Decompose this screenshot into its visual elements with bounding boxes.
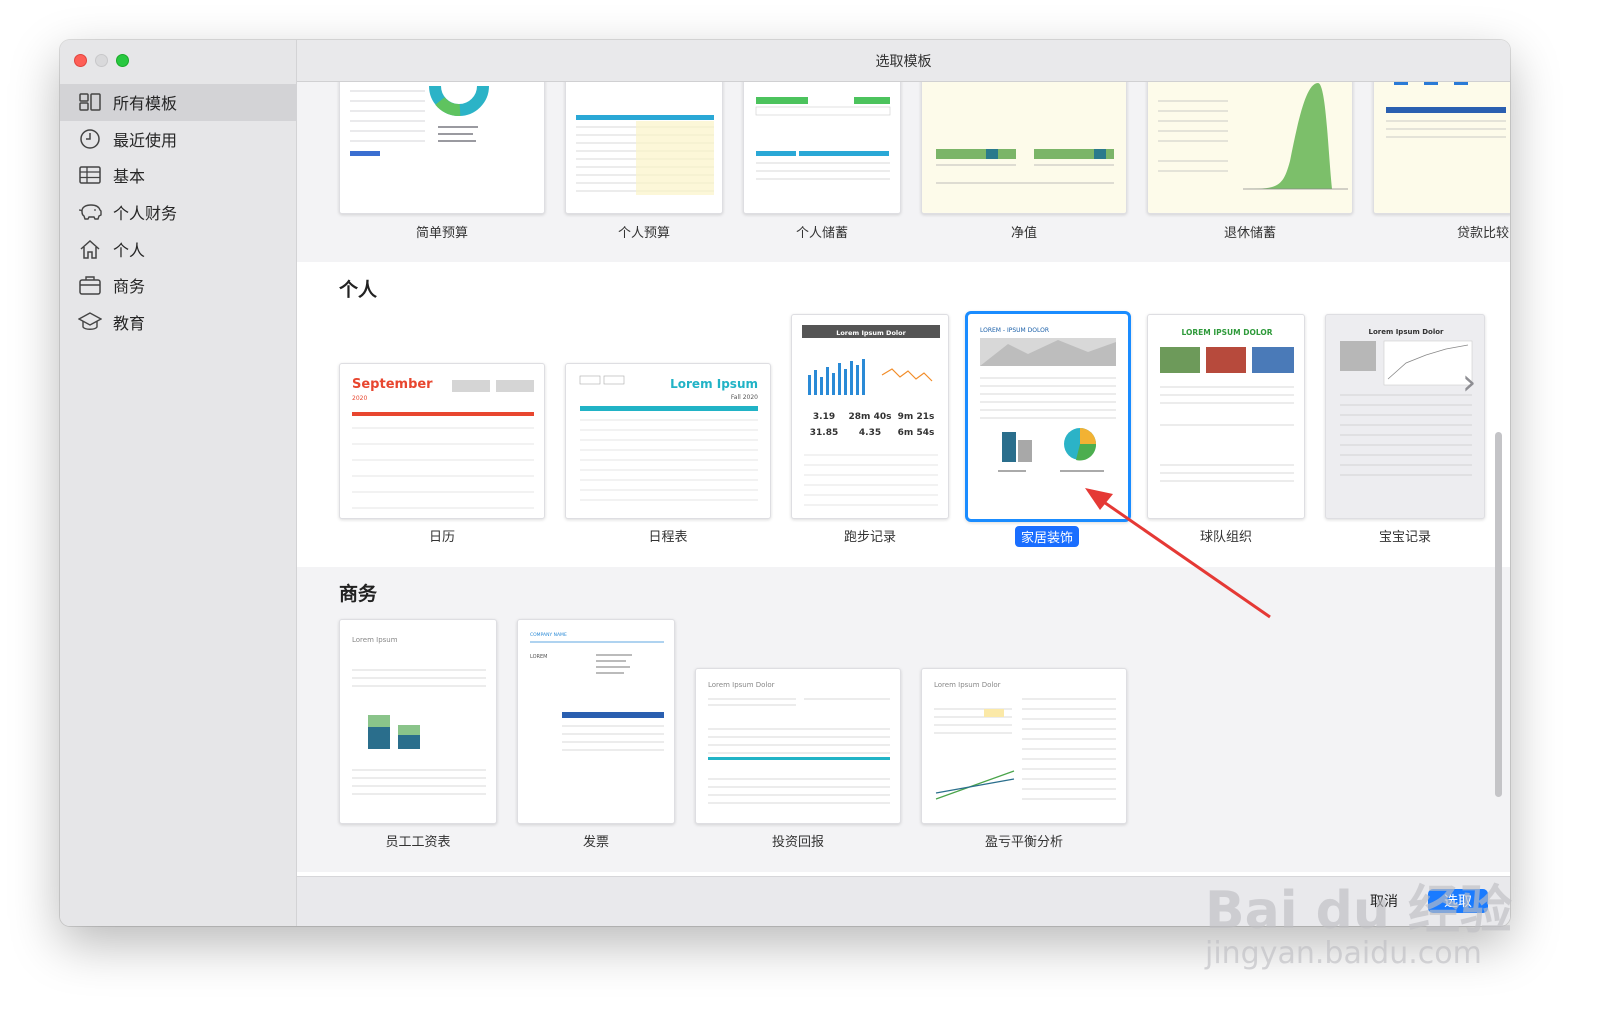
template-label: 贷款比较 <box>1456 226 1509 241</box>
template-thumb-baby-log[interactable]: Lorem Ipsum Dolor <box>1325 314 1485 519</box>
template-thumb-retirement-savings[interactable] <box>1147 82 1353 214</box>
template-thumb-payroll[interactable]: Lorem Ipsum <box>339 619 497 824</box>
template-thumb-calendar[interactable]: September 2020 <box>339 363 545 519</box>
sidebar-item-label: 最近使用 <box>113 130 178 150</box>
table-icon <box>78 163 102 187</box>
run-stat: 9m 21s <box>898 412 935 422</box>
sidebar-category-list: 所有模板 最近使用 基本 个人财务 个人 商务 教育 <box>60 84 297 340</box>
template-thumb-home-improvement[interactable]: LOREM - IPSUM DOLOR <box>965 311 1131 522</box>
template-label: 日程表 <box>648 530 688 545</box>
section-title-business: 商务 <box>339 583 378 605</box>
home-title-text: LOREM - IPSUM DOLOR <box>980 327 1049 334</box>
sidebar-item-label: 基本 <box>113 167 146 187</box>
template-label: 净值 <box>1010 226 1037 241</box>
template-thumb-investment-return[interactable]: Lorem Ipsum Dolor <box>695 668 901 824</box>
run-stat: 31.85 <box>810 428 838 438</box>
grid-icon <box>78 90 102 114</box>
graduation-cap-icon <box>78 310 102 334</box>
template-label: 员工工资表 <box>385 835 451 850</box>
template-thumb-loan-comparison[interactable] <box>1373 82 1510 214</box>
template-thumb-running-log[interactable]: Lorem Ipsum Dolor 3.19 28m 40s 9m 21s 31… <box>791 314 949 519</box>
minimize-button[interactable] <box>95 54 108 67</box>
schedule-subtitle-text: Fall 2020 <box>731 394 758 401</box>
sidebar-item-personal-finance[interactable]: 个人财务 <box>60 194 297 231</box>
close-button[interactable] <box>74 54 87 67</box>
titlebar: 选取模板 <box>297 40 1510 82</box>
baidu-watermark-url: jingyan.baidu.com <box>1205 936 1482 971</box>
calendar-year-text: 2020 <box>352 395 367 402</box>
template-thumb-simple-budget[interactable] <box>339 82 545 214</box>
run-stat: 3.19 <box>813 412 835 422</box>
vertical-scrollbar[interactable] <box>1495 432 1502 797</box>
template-label: 宝宝记录 <box>1378 530 1431 545</box>
template-chooser-window: 所有模板 最近使用 基本 个人财务 个人 商务 教育 选取模板 简单预算 个人预… <box>60 40 1510 926</box>
sidebar-item-education[interactable]: 教育 <box>60 304 297 341</box>
template-label: 球队组织 <box>1199 530 1252 545</box>
template-thumb-schedule[interactable]: Lorem Ipsum Fall 2020 <box>565 363 771 519</box>
schedule-title-text: Lorem Ipsum <box>670 377 758 391</box>
sidebar-item-label: 教育 <box>113 313 146 333</box>
section-title-personal: 个人 <box>339 279 378 301</box>
zoom-button[interactable] <box>116 54 129 67</box>
sidebar-item-all-templates[interactable]: 所有模板 <box>60 84 297 121</box>
sidebar-item-label: 个人财务 <box>113 204 178 224</box>
template-scroll-area[interactable]: 简单预算 个人预算 个人储蓄 净值 退休储蓄 贷款比较 个人 September… <box>297 82 1510 926</box>
template-thumb-personal-budget[interactable] <box>565 82 723 214</box>
invoice-company-text: COMPANY NAME <box>530 632 567 638</box>
team-title-text: LOREM IPSUM DOLOR <box>1182 328 1273 337</box>
baby-title-text: Lorem Ipsum Dolor <box>1369 328 1445 336</box>
sidebar-item-label: 个人 <box>113 240 146 260</box>
template-label: 个人储蓄 <box>795 226 848 241</box>
sidebar-item-business[interactable]: 商务 <box>60 267 297 304</box>
briefcase-icon <box>78 273 102 297</box>
template-thumb-net-worth[interactable] <box>921 82 1127 214</box>
house-icon <box>78 237 102 261</box>
template-thumb-invoice[interactable]: COMPANY NAME LOREM <box>517 619 675 824</box>
breakeven-title-text: Lorem Ipsum Dolor <box>934 681 1001 689</box>
template-thumb-break-even[interactable]: Lorem Ipsum Dolor <box>921 668 1127 824</box>
run-stat: 28m 40s <box>849 412 892 422</box>
template-browser: 选取模板 简单预算 个人预算 个人储蓄 净值 退休储蓄 贷款比较 个人 Sept… <box>297 40 1510 926</box>
piggy-bank-icon <box>78 200 102 224</box>
template-thumb-team-organizer[interactable]: LOREM IPSUM DOLOR <box>1147 314 1305 519</box>
clock-icon <box>78 127 102 151</box>
sidebar-item-personal[interactable]: 个人 <box>60 230 297 267</box>
sidebar: 所有模板 最近使用 基本 个人财务 个人 商务 教育 <box>60 40 297 926</box>
template-label: 投资回报 <box>771 835 824 850</box>
template-label: 日历 <box>428 530 455 545</box>
invoice-heading-text: LOREM <box>530 654 548 660</box>
template-label: 跑步记录 <box>843 530 896 545</box>
running-title-text: Lorem Ipsum Dolor <box>836 329 906 337</box>
template-label: 退休储蓄 <box>1223 226 1276 241</box>
chevron-right-icon[interactable]: › <box>1462 362 1476 403</box>
baidu-watermark-brand: Bai du 经验 <box>1205 881 1512 941</box>
calendar-month-text: September <box>352 377 433 392</box>
template-label: 个人预算 <box>617 226 670 241</box>
template-label: 盈亏平衡分析 <box>984 835 1063 850</box>
template-label-selected: 家居装饰 <box>1015 526 1080 547</box>
sidebar-item-label: 商务 <box>113 277 146 297</box>
sidebar-item-label: 所有模板 <box>113 94 178 114</box>
run-stat: 6m 54s <box>898 428 935 438</box>
payroll-title-text: Lorem Ipsum <box>352 636 398 644</box>
template-label: 发票 <box>582 835 609 850</box>
sidebar-item-basic[interactable]: 基本 <box>60 157 297 194</box>
template-thumb-personal-savings[interactable] <box>743 82 901 214</box>
sidebar-item-recent[interactable]: 最近使用 <box>60 121 297 158</box>
run-stat: 4.35 <box>859 428 881 438</box>
template-label: 简单预算 <box>415 226 468 241</box>
window-title: 选取模板 <box>875 53 932 70</box>
roi-title-text: Lorem Ipsum Dolor <box>708 681 775 689</box>
